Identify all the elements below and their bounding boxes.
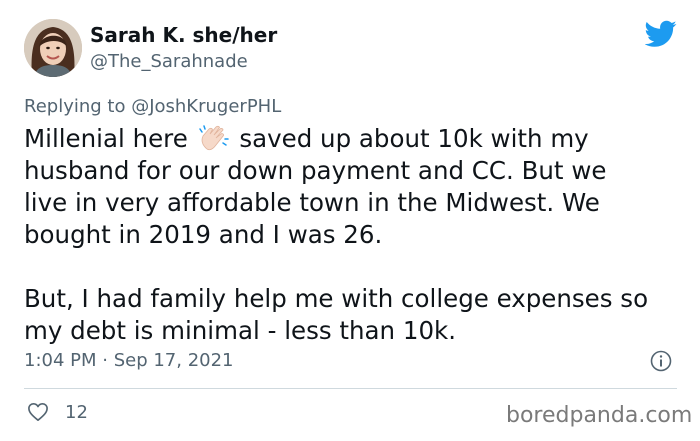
tweet-timestamp[interactable]: 1:04 PM · Sep 17, 2021: [24, 350, 234, 371]
avatar[interactable]: [24, 19, 82, 77]
author-name[interactable]: Sarah K. she/her: [90, 23, 277, 47]
divider: [24, 388, 677, 389]
tweet-text-rest: saved up about 10k with my husband for o…: [24, 124, 649, 345]
tweet-text: Millenial here saved up about 10k with m…: [24, 123, 674, 347]
like-count: 12: [65, 402, 88, 423]
heart-icon[interactable]: [27, 402, 49, 422]
reply-mention-link[interactable]: @JoshKrugerPHL: [131, 96, 281, 117]
watermark: boredpanda.com: [506, 403, 693, 428]
replying-to-label: Replying to: [24, 96, 132, 117]
twitter-bird-icon[interactable]: [645, 20, 677, 48]
replying-to: Replying to @JoshKrugerPHL: [24, 96, 281, 117]
tweet-text-start: Millenial here: [24, 124, 196, 153]
author-handle[interactable]: @The_Sarahnade: [90, 51, 248, 72]
clapping-hands-icon: [198, 123, 230, 153]
info-icon[interactable]: [650, 350, 672, 372]
